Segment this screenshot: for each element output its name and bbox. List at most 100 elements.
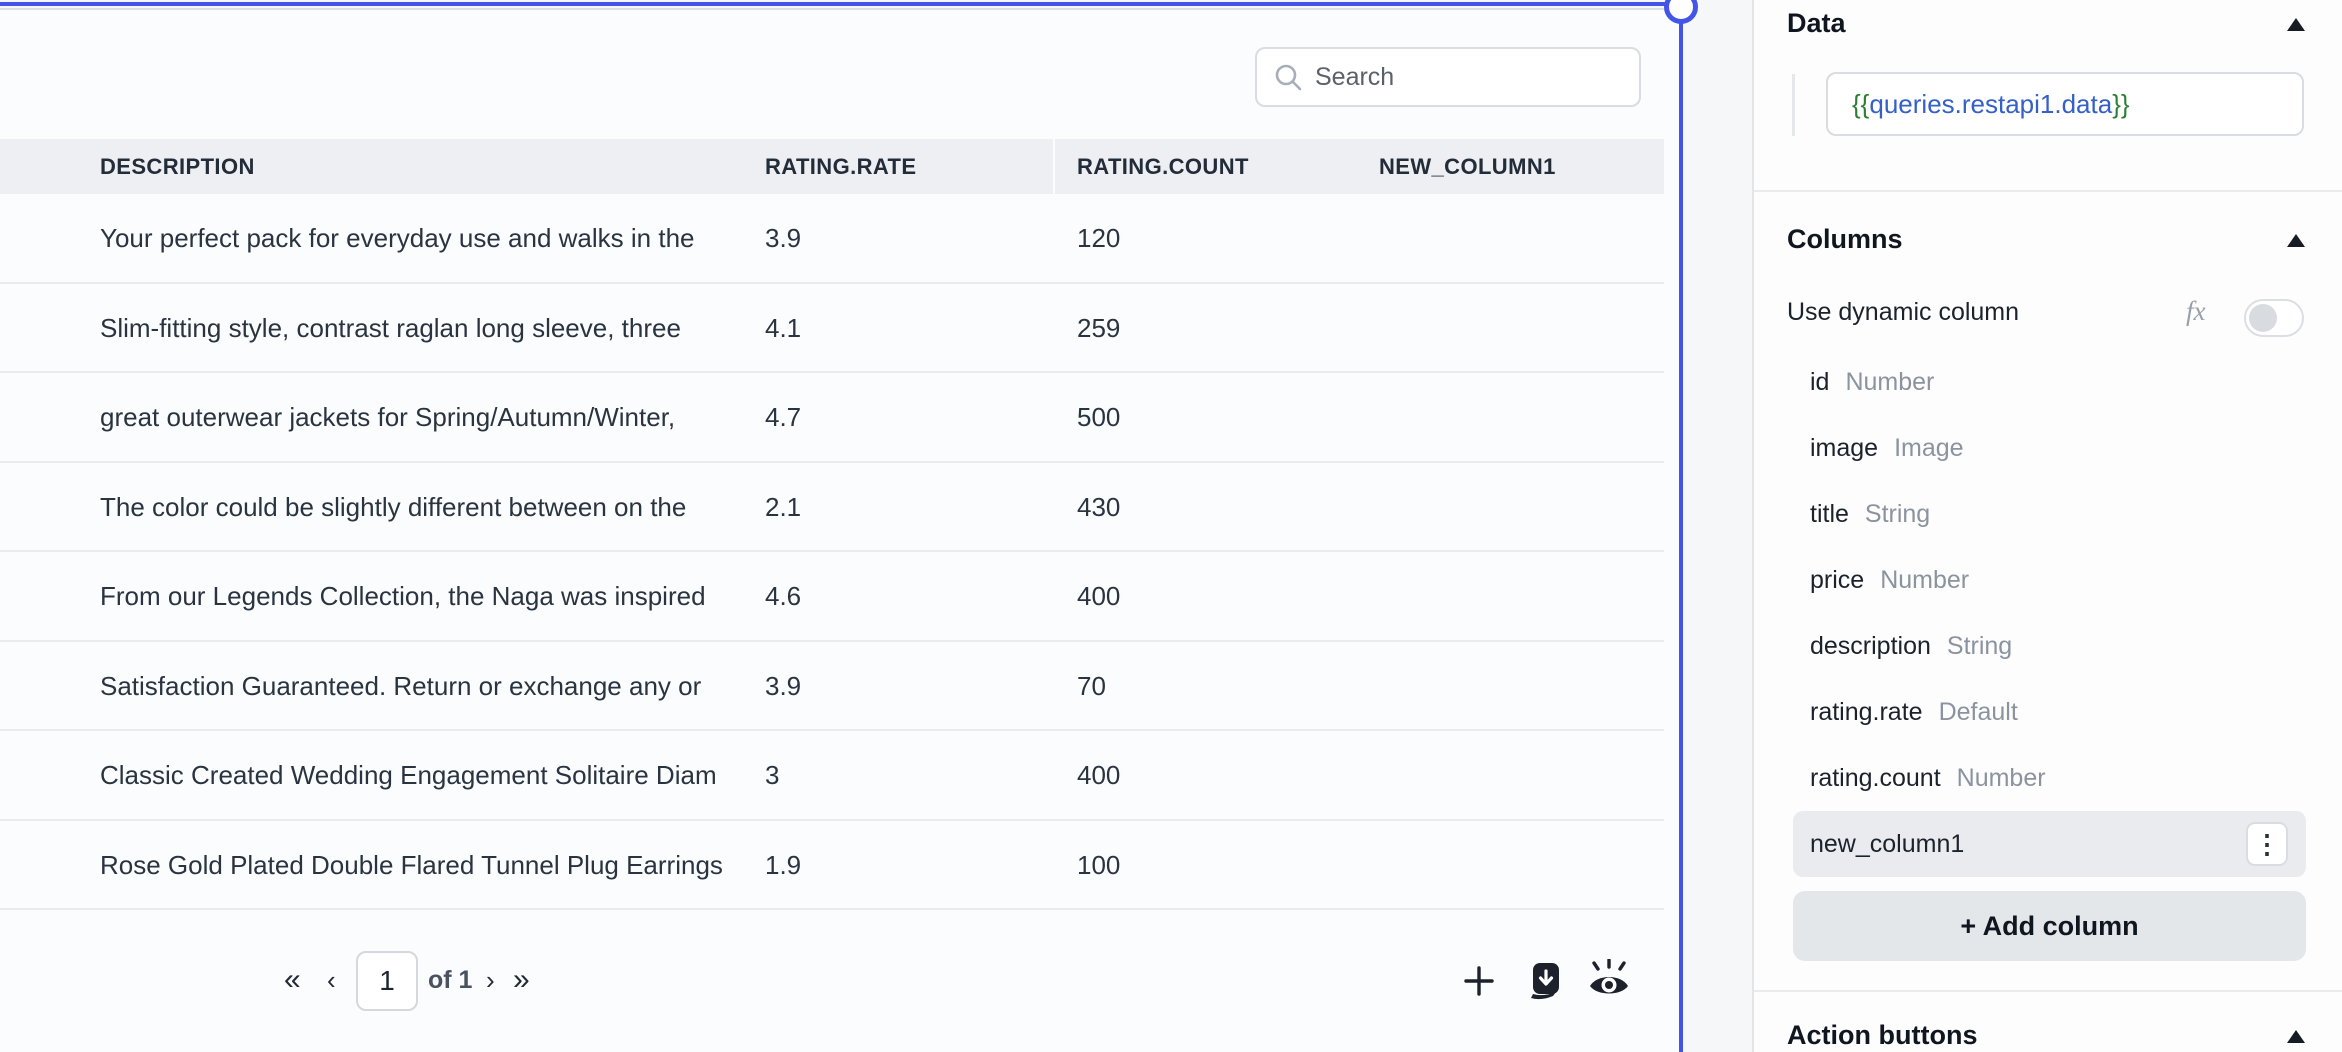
column-type: String	[1947, 632, 2012, 661]
cell-rating-count: 70	[1077, 642, 1106, 730]
table-row[interactable]: great outerwear jackets for Spring/Autum…	[0, 373, 1664, 463]
column-item-price[interactable]: price Number	[1754, 547, 2342, 613]
cell-rating-count: 259	[1077, 284, 1120, 372]
columns-section-title: Columns	[1787, 224, 1903, 255]
cell-description: Satisfaction Guaranteed. Return or excha…	[100, 642, 746, 730]
add-row-button[interactable]	[1453, 952, 1505, 1010]
column-type: Number	[1957, 764, 2046, 793]
column-header-rating-count[interactable]: RATING.COUNT	[1077, 139, 1249, 194]
dynamic-column-label: Use dynamic column	[1787, 298, 2019, 327]
column-name: new_column1	[1810, 830, 1964, 859]
action-buttons-section-title: Action buttons	[1787, 1020, 1977, 1051]
cell-description: The color could be slightly different be…	[100, 463, 746, 551]
retool-editor: DESCRIPTION RATING.RATE RATING.COUNT NEW…	[0, 0, 2342, 1052]
code-open-brace: {{	[1852, 89, 1869, 119]
column-type: Number	[1880, 566, 1969, 595]
code-indent-line	[1792, 74, 1795, 136]
collapse-action-buttons-icon[interactable]	[2287, 1030, 2305, 1043]
column-type: Number	[1845, 368, 1934, 397]
column-name: title	[1810, 500, 1849, 529]
download-icon	[1523, 959, 1567, 1003]
column-type: Default	[1939, 698, 2018, 727]
search-input[interactable]	[1315, 63, 1623, 92]
fx-icon[interactable]: fx	[2186, 296, 2206, 327]
column-divider	[1053, 139, 1055, 194]
table-footer: « ‹ 1 of 1 › »	[0, 948, 1664, 1014]
toggle-knob	[2249, 304, 2277, 332]
table-row[interactable]: The color could be slightly different be…	[0, 463, 1664, 553]
cell-rating-count: 400	[1077, 731, 1120, 819]
column-name: rating.count	[1810, 764, 1941, 793]
widget-top-edge	[0, 8, 1681, 10]
cell-description: great outerwear jackets for Spring/Autum…	[100, 373, 746, 461]
cell-rating-count: 430	[1077, 463, 1120, 551]
column-type: Image	[1894, 434, 1963, 463]
pagination-next-button[interactable]: ›	[486, 948, 495, 1014]
cell-rating-rate: 3.9	[765, 194, 801, 282]
column-name: rating.rate	[1810, 698, 1923, 727]
column-item-id[interactable]: id Number	[1754, 349, 2342, 415]
cell-rating-rate: 4.1	[765, 284, 801, 372]
column-name: price	[1810, 566, 1864, 595]
add-row-icon	[1459, 961, 1499, 1001]
column-header-description[interactable]: DESCRIPTION	[100, 139, 255, 194]
cell-rating-count: 100	[1077, 821, 1120, 909]
cell-description: Rose Gold Plated Double Flared Tunnel Pl…	[100, 821, 746, 909]
selection-border-right	[1679, 2, 1683, 1052]
inspector-panel: Data {{queries.restapi1.data}} Columns U…	[1752, 0, 2342, 1052]
pagination-first-button[interactable]: «	[284, 948, 301, 1014]
cell-rating-rate: 4.7	[765, 373, 801, 461]
table-body: Your perfect pack for everyday use and w…	[0, 194, 1664, 910]
column-header-new-column1[interactable]: NEW_COLUMN1	[1379, 139, 1556, 194]
add-column-button[interactable]: + Add column	[1793, 891, 2306, 961]
column-name: description	[1810, 632, 1931, 661]
table-row[interactable]: Satisfaction Guaranteed. Return or excha…	[0, 642, 1664, 732]
data-source-input[interactable]: {{queries.restapi1.data}}	[1826, 72, 2304, 136]
pagination-last-button[interactable]: »	[513, 948, 530, 1014]
dynamic-column-toggle[interactable]	[2244, 299, 2304, 337]
column-item-title[interactable]: title String	[1754, 481, 2342, 547]
table-row[interactable]: Slim-fitting style, contrast raglan long…	[0, 284, 1664, 374]
cell-rating-rate: 1.9	[765, 821, 801, 909]
column-item-image[interactable]: image Image	[1754, 415, 2342, 481]
cell-rating-count: 500	[1077, 373, 1120, 461]
column-header-rating-rate[interactable]: RATING.RATE	[765, 139, 916, 194]
data-section-title: Data	[1787, 8, 1846, 39]
cell-rating-rate: 3	[765, 731, 779, 819]
table-row[interactable]: Your perfect pack for everyday use and w…	[0, 194, 1664, 284]
section-divider	[1754, 190, 2342, 192]
collapse-data-icon[interactable]	[2287, 18, 2305, 31]
column-name: image	[1810, 434, 1878, 463]
column-item-rating-rate[interactable]: rating.rate Default	[1754, 679, 2342, 745]
collapse-columns-icon[interactable]	[2287, 234, 2305, 247]
pagination-prev-button[interactable]: ‹	[327, 948, 336, 1014]
cell-description: Slim-fitting style, contrast raglan long…	[100, 284, 746, 372]
cell-rating-rate: 2.1	[765, 463, 801, 551]
selection-border-top	[0, 2, 1681, 6]
pagination-page-input[interactable]: 1	[356, 951, 418, 1011]
column-name: id	[1810, 368, 1829, 397]
column-item-rating-count[interactable]: rating.count Number	[1754, 745, 2342, 811]
cell-description: From our Legends Collection, the Naga wa…	[100, 552, 746, 640]
column-list: id Number image Image title String price…	[1754, 349, 2342, 877]
cell-rating-rate: 3.9	[765, 642, 801, 730]
table-row[interactable]: From our Legends Collection, the Naga wa…	[0, 552, 1664, 642]
table-search-box[interactable]	[1255, 47, 1641, 107]
cell-description: Your perfect pack for everyday use and w…	[100, 194, 746, 282]
column-visibility-icon	[1585, 959, 1633, 1003]
column-item-new-column1[interactable]: new_column1 ⋮	[1793, 811, 2306, 877]
cell-rating-rate: 4.6	[765, 552, 801, 640]
column-visibility-button[interactable]	[1583, 952, 1635, 1010]
table-row[interactable]: Classic Created Wedding Engagement Solit…	[0, 731, 1664, 821]
column-options-button[interactable]: ⋮	[2246, 822, 2288, 866]
code-close-brace: }}	[2112, 89, 2129, 119]
download-csv-button[interactable]	[1519, 952, 1571, 1010]
column-item-description[interactable]: description String	[1754, 613, 2342, 679]
code-expression: queries.restapi1.data	[1869, 89, 2112, 119]
search-icon	[1273, 62, 1303, 92]
cell-rating-count: 400	[1077, 552, 1120, 640]
table-header: DESCRIPTION RATING.RATE RATING.COUNT NEW…	[0, 139, 1664, 194]
table-row[interactable]: Rose Gold Plated Double Flared Tunnel Pl…	[0, 821, 1664, 911]
pagination-total-label: of 1	[428, 948, 472, 1014]
cell-rating-count: 120	[1077, 194, 1120, 282]
